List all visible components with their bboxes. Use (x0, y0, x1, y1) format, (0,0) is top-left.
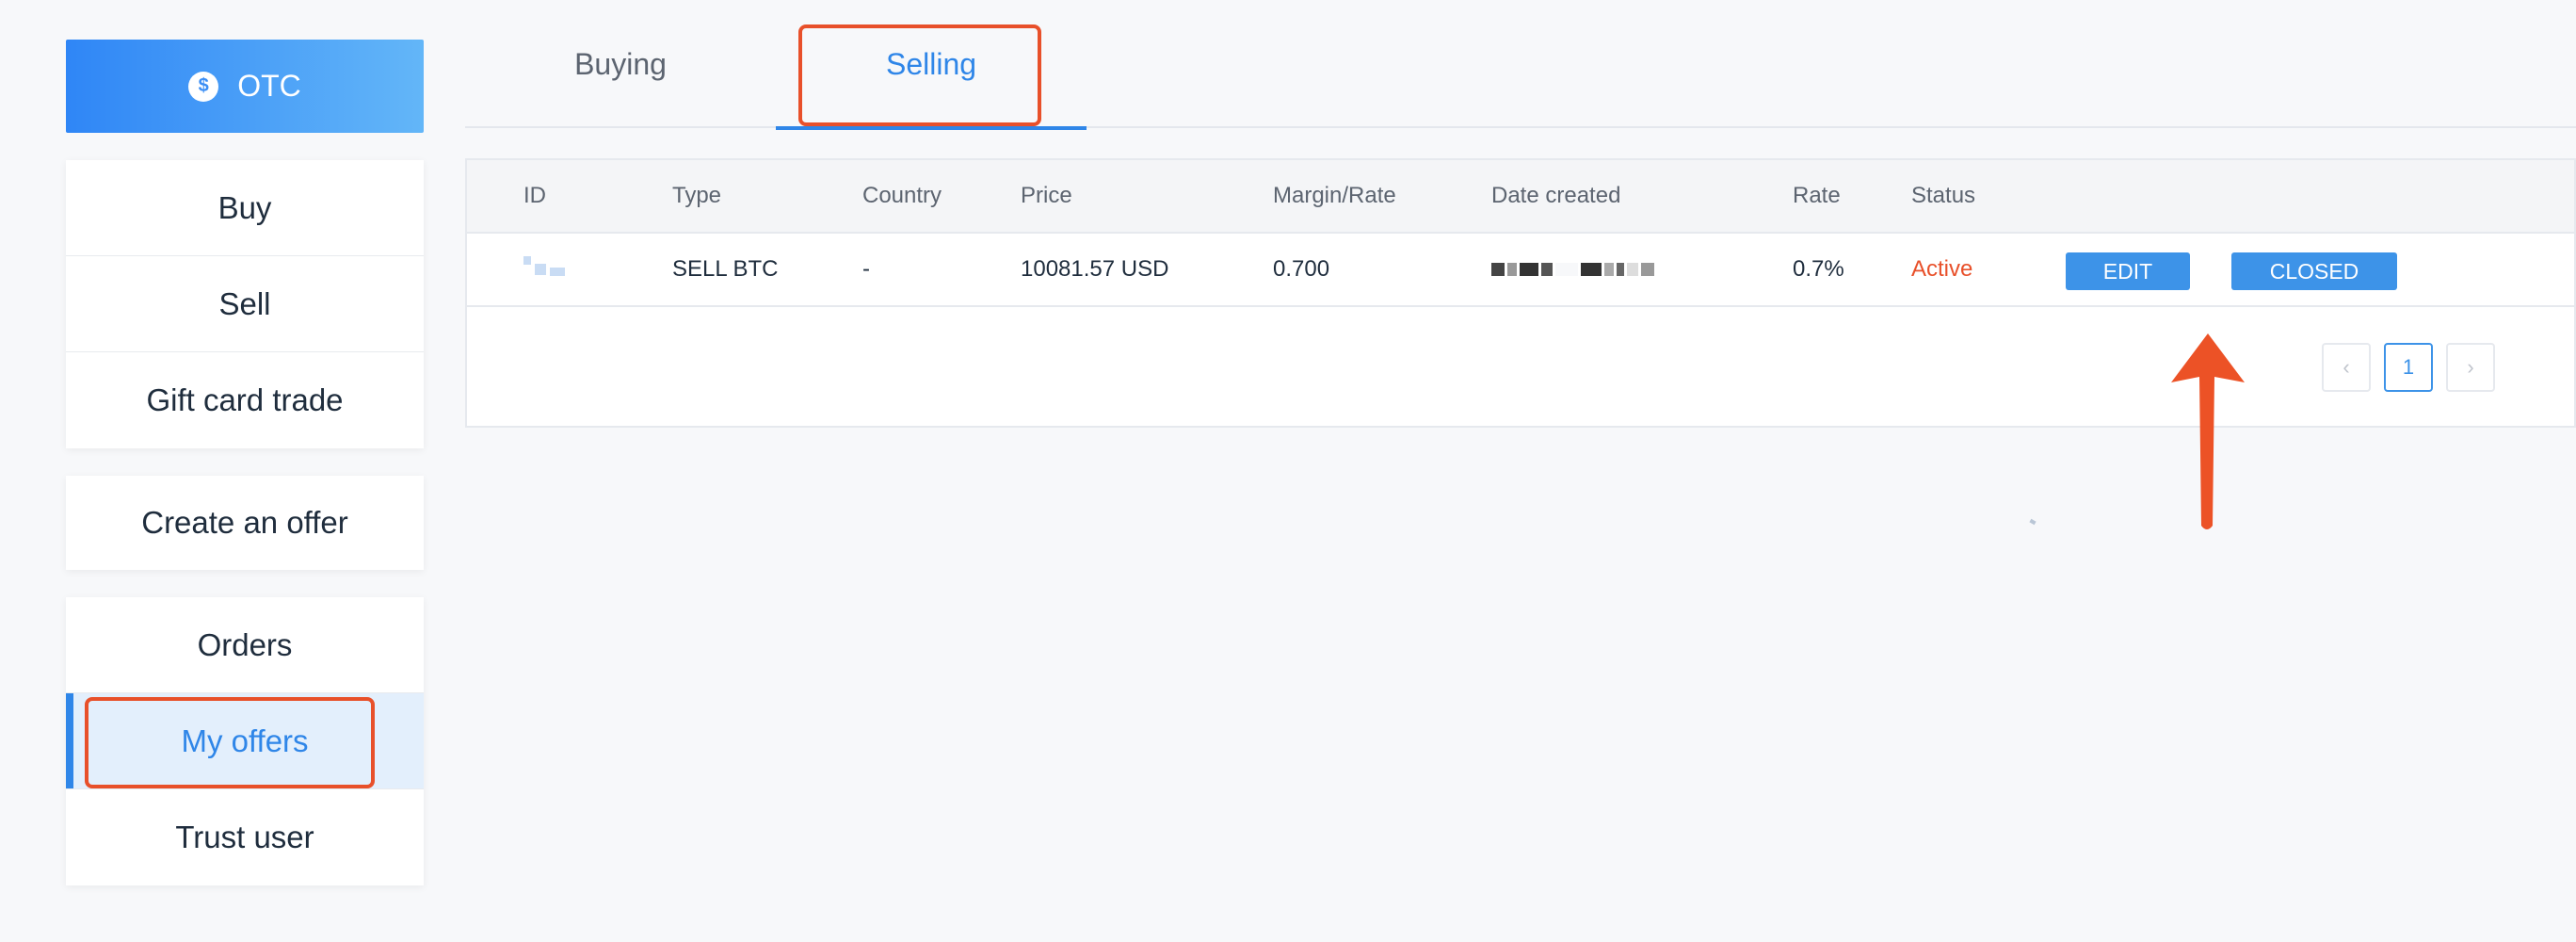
cell-price: 10081.57 USD (1021, 256, 1169, 282)
redacted-id (523, 255, 565, 276)
otc-header[interactable]: $ OTC (66, 40, 424, 133)
page-button-current[interactable]: 1 (2384, 343, 2433, 392)
tab-selling-label: Selling (885, 46, 977, 81)
red-arrow-up-icon (2171, 333, 2245, 529)
cell-type: SELL BTC (672, 256, 779, 282)
sidebar-item-sell[interactable]: Sell (66, 256, 424, 352)
column-header-type: Type (672, 183, 722, 208)
sidebar-item-my-offers[interactable]: My offers (66, 693, 424, 789)
account-menu: Orders My offers Trust user (66, 597, 424, 885)
closed-button[interactable]: CLOSED (2231, 252, 2397, 290)
cell-date-created-redacted (1491, 234, 1654, 305)
otc-title: OTC (237, 69, 301, 103)
tab-buying[interactable]: Buying (465, 0, 776, 128)
cell-id-redacted (523, 234, 565, 305)
trade-menu: Buy Sell Gift card trade (66, 160, 424, 448)
column-header-price: Price (1021, 183, 1072, 208)
edit-button[interactable]: EDIT (2066, 252, 2190, 290)
sidebar: $ OTC Buy Sell Gift card trade Create an… (66, 40, 424, 885)
stray-mark (2029, 518, 2037, 526)
cell-country: - (862, 256, 870, 282)
redacted-date (1491, 263, 1654, 276)
create-menu: Create an offer (66, 476, 424, 570)
column-header-id: ID (523, 183, 546, 208)
offer-tabs: Buying Selling (465, 0, 2576, 130)
column-header-margin-rate: Margin/Rate (1273, 183, 1396, 208)
cell-margin-rate: 0.700 (1273, 256, 1330, 282)
sidebar-item-gift-card-trade[interactable]: Gift card trade (66, 352, 424, 448)
tab-selling[interactable]: Selling (776, 0, 1087, 130)
dollar-coin-icon: $ (188, 71, 219, 102)
sidebar-item-orders[interactable]: Orders (66, 597, 424, 693)
chevron-right-icon[interactable]: › (2446, 343, 2495, 392)
cell-rate: 0.7% (1793, 256, 1844, 282)
column-header-rate: Rate (1793, 183, 1841, 208)
table-row: SELL BTC - 10081.57 USD 0.700 0.7% Activ… (467, 234, 2574, 307)
column-header-date-created: Date created (1491, 183, 1621, 208)
sidebar-item-buy[interactable]: Buy (66, 160, 424, 256)
status-badge: Active (1911, 256, 1973, 282)
sidebar-item-create-offer[interactable]: Create an offer (66, 476, 424, 570)
pagination: ‹ 1 › (2322, 343, 2495, 392)
column-header-status: Status (1911, 183, 1976, 208)
chevron-left-icon[interactable]: ‹ (2322, 343, 2371, 392)
sidebar-item-trust-user[interactable]: Trust user (66, 789, 424, 885)
offers-table-panel: ID Type Country Price Margin/Rate Date c… (465, 158, 2576, 428)
sidebar-item-my-offers-label: My offers (181, 723, 309, 758)
table-header: ID Type Country Price Margin/Rate Date c… (467, 160, 2574, 234)
column-header-country: Country (862, 183, 942, 208)
